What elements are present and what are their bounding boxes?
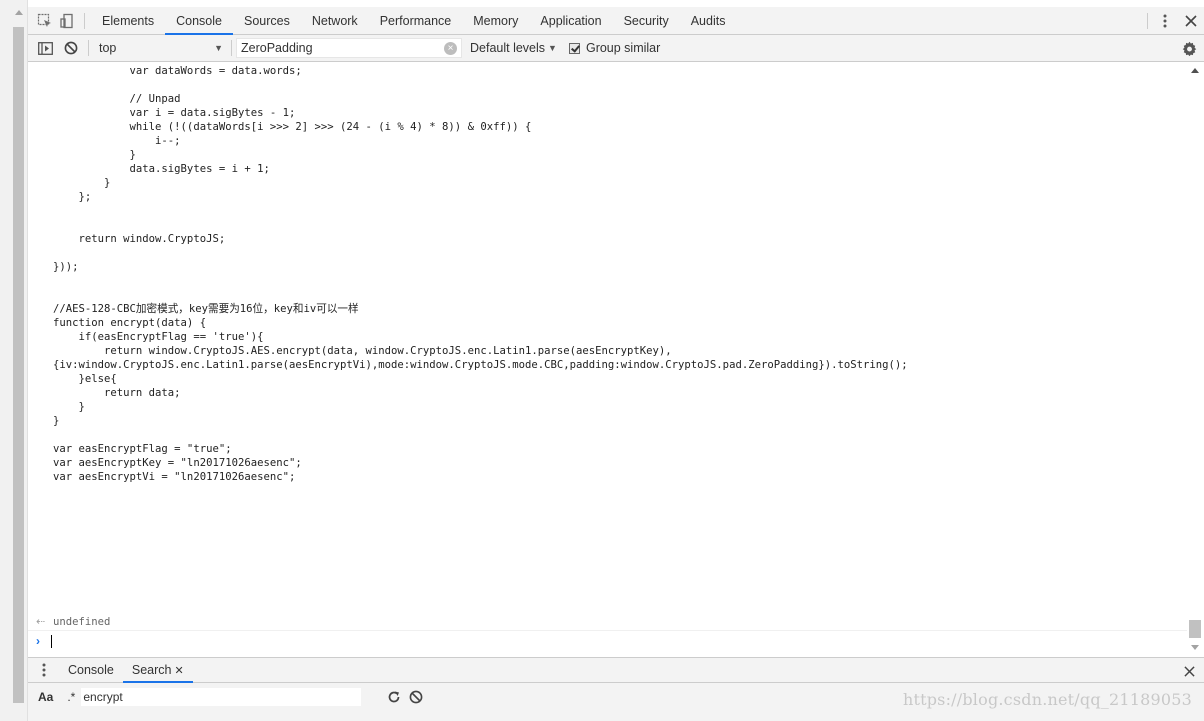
console-code-block: var dataWords = data.words; // Unpad var… (53, 65, 908, 483)
drawer-tab-console[interactable]: Console (59, 657, 123, 683)
context-value: top (99, 41, 117, 55)
group-similar-checkbox[interactable] (568, 42, 580, 54)
console-settings-gear-icon[interactable] (1178, 37, 1200, 59)
main-tab-bar: Elements Console Sources Network Perform… (28, 7, 1204, 35)
group-similar-label: Group similar (585, 41, 661, 55)
scroll-down-arrow-icon[interactable] (1191, 645, 1199, 650)
clear-console-icon[interactable] (60, 37, 82, 59)
console-result-row: ⇠ undefined (28, 613, 1187, 631)
regex-toggle[interactable]: .* (67, 690, 75, 704)
tab-audits[interactable]: Audits (680, 7, 737, 35)
watermark: https://blog.csdn.net/qq_21189053 (902, 690, 1192, 709)
console-filter-input[interactable]: ZeroPadding × (236, 38, 462, 58)
drawer-menu-icon[interactable] (33, 659, 55, 681)
tab-security[interactable]: Security (613, 7, 680, 35)
scroll-up-arrow-icon[interactable] (1191, 68, 1199, 73)
drawer-tab-search[interactable]: Search ✕ (122, 657, 193, 683)
result-value: undefined (53, 615, 111, 628)
tab-performance[interactable]: Performance (369, 7, 463, 35)
inspect-element-icon[interactable] (34, 10, 56, 32)
clear-filter-icon[interactable]: × (444, 41, 457, 55)
filter-value: ZeroPadding (241, 41, 313, 55)
context-selector[interactable]: top ▼ (95, 37, 229, 59)
drawer-tab-search-label: Search (131, 663, 172, 677)
page-scrollbar[interactable] (0, 0, 28, 721)
show-sidebar-icon[interactable] (34, 37, 56, 59)
close-drawer-icon[interactable] (1178, 660, 1200, 682)
toolbar-divider (88, 40, 89, 56)
drawer-results-area (28, 710, 1204, 721)
prompt-chevron-icon: › (36, 634, 40, 648)
toolbar-divider (1147, 13, 1148, 29)
levels-label: Default levels (470, 41, 546, 55)
toolbar-divider (84, 12, 85, 29)
close-devtools-icon[interactable] (1180, 10, 1202, 32)
result-arrow-icon: ⇠ (36, 616, 46, 628)
drawer-tab-bar: Console Search ✕ (28, 657, 1204, 683)
console-prompt[interactable]: › (28, 632, 1187, 650)
toolbar-divider (231, 40, 232, 56)
page-scrollbar-thumb[interactable] (13, 27, 24, 703)
more-menu-icon[interactable] (1154, 10, 1176, 32)
scroll-up-arrow-icon[interactable] (15, 10, 23, 15)
dropdown-arrow-icon: ▼ (548, 43, 557, 53)
console-scrollbar-thumb[interactable] (1189, 620, 1201, 638)
console-toolbar: top ▼ ZeroPadding × Default levels ▼ Gro… (28, 35, 1204, 62)
dropdown-arrow-icon: ▼ (214, 43, 223, 53)
clear-search-icon[interactable] (405, 686, 427, 708)
console-scrollbar[interactable] (1187, 62, 1204, 656)
console-output[interactable]: var dataWords = data.words; // Unpad var… (28, 62, 1187, 656)
tab-elements[interactable]: Elements (91, 7, 165, 35)
tab-console[interactable]: Console (165, 7, 233, 35)
match-case-toggle[interactable]: Aa (38, 690, 53, 704)
text-caret (51, 634, 52, 648)
tab-sources[interactable]: Sources (233, 7, 301, 35)
tabbar-actions (1141, 7, 1204, 35)
tab-memory[interactable]: Memory (462, 7, 529, 35)
log-levels-dropdown[interactable]: Default levels ▼ (470, 41, 557, 55)
device-toolbar-icon[interactable] (56, 10, 78, 32)
refresh-icon[interactable] (383, 686, 405, 708)
tab-application[interactable]: Application (529, 7, 612, 35)
search-input[interactable]: encrypt (81, 687, 362, 706)
devtools-panel: Elements Console Sources Network Perform… (28, 0, 1204, 721)
close-tab-icon[interactable]: ✕ (174, 665, 183, 677)
tab-network[interactable]: Network (301, 7, 369, 35)
